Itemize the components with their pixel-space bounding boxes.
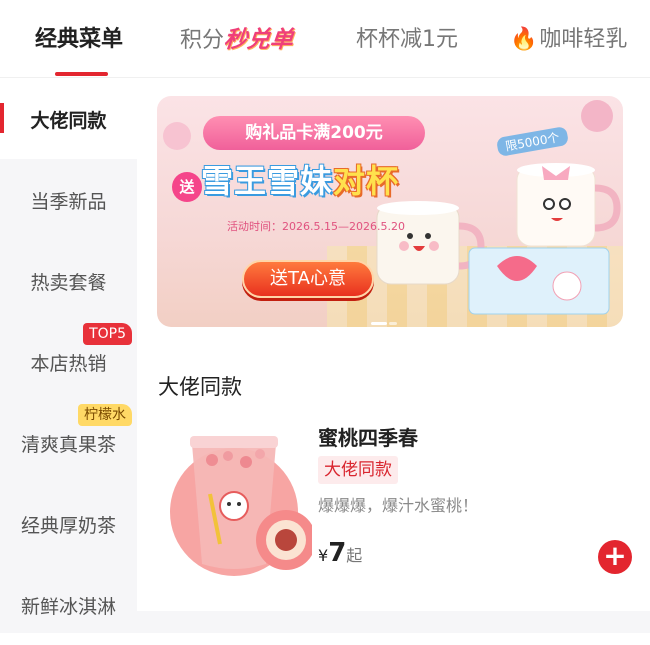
banner-top-line: 购礼品卡满200元: [203, 116, 425, 150]
product-name: 蜜桃四季春: [318, 426, 418, 450]
product-card[interactable]: 蜜桃四季春 大佬同款 爆爆爆，爆汁水蜜桃！ ¥7起 +: [158, 418, 638, 588]
sidebar-item-label: 本店热销: [30, 353, 107, 375]
banner-title-part1: 雪王雪妹: [201, 162, 334, 200]
sidebar-item-label: 经典厚奶茶: [20, 515, 116, 537]
section-divider: [137, 611, 650, 633]
banner-title-part2: 对杯: [333, 162, 400, 200]
promo-banner[interactable]: 购礼品卡满200元 送 雪王雪妹对杯 活动时间：2026.5.15—2026.5…: [157, 96, 623, 327]
tab-points-prefix: 积分: [180, 28, 225, 53]
section-title: 大佬同款: [158, 375, 242, 399]
tab-points-redeem[interactable]: 积分秒兑单: [180, 24, 295, 57]
active-tab-indicator: [55, 72, 108, 76]
product-description: 爆爆爆，爆汁水蜜桃！: [318, 496, 479, 515]
price-value: 7: [328, 538, 347, 568]
banner-title: 雪王雪妹对杯: [201, 156, 399, 202]
add-to-cart-button[interactable]: +: [598, 540, 632, 574]
sidebar-item-label: 新鲜冰淇淋: [20, 596, 116, 618]
tab-seckill-highlight: 秒兑单: [222, 27, 295, 53]
carousel-dot-active: [371, 322, 387, 325]
price-currency: ¥: [318, 546, 329, 565]
sidebar-item-label: 热卖套餐: [30, 272, 107, 294]
product-image: [162, 424, 316, 580]
sidebar-item-store-hot[interactable]: TOP5 本店热销: [0, 321, 137, 402]
sidebar-item-boss-same[interactable]: 大佬同款: [0, 78, 137, 159]
category-tabs: 经典菜单 积分秒兑单 杯杯减1元 🔥咖啡轻乳: [0, 0, 650, 78]
carousel-dot: [389, 322, 397, 325]
peach-drink-icon: [170, 436, 316, 576]
flame-icon: 🔥: [510, 27, 538, 52]
product-price: ¥7起: [318, 538, 362, 568]
sidebar-item-fruit-tea[interactable]: 柠檬水 清爽真果茶: [0, 402, 137, 483]
sidebar-item-seasonal-new[interactable]: 当季新品: [0, 159, 137, 240]
sidebar-item-label: 清爽真果茶: [20, 434, 116, 456]
sidebar-item-label: 当季新品: [30, 191, 107, 213]
top5-badge: TOP5: [83, 323, 132, 345]
lemonade-badge: 柠檬水: [78, 404, 132, 426]
category-sidebar: 大佬同款 当季新品 热卖套餐 TOP5 本店热销 柠檬水 清爽真果茶 经典厚奶茶…: [0, 78, 137, 633]
sidebar-item-hot-combo[interactable]: 热卖套餐: [0, 240, 137, 321]
banner-send-badge: 送: [172, 172, 202, 202]
price-suffix: 起: [346, 546, 363, 565]
tab-classic-menu[interactable]: 经典菜单: [35, 24, 123, 56]
send-gift-button[interactable]: 送TA心意: [242, 260, 374, 298]
product-tag: 大佬同款: [318, 456, 398, 484]
tab-coffee-milk[interactable]: 🔥咖啡轻乳: [510, 24, 627, 56]
sidebar-item-label: 大佬同款: [30, 110, 107, 132]
banner-date: 活动时间：2026.5.15—2026.5.20: [227, 220, 405, 233]
sidebar-item-milk-tea[interactable]: 经典厚奶茶: [0, 483, 137, 564]
tab-cup-discount[interactable]: 杯杯减1元: [356, 24, 458, 56]
carousel-indicator: [371, 310, 411, 325]
tab-coffee-label: 咖啡轻乳: [539, 27, 628, 52]
gift-card-box: [468, 247, 610, 315]
